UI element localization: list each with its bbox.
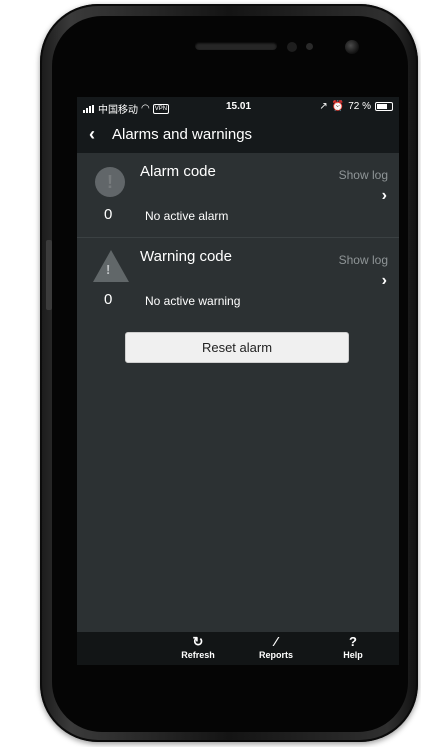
alarm-code-title: Alarm code: [140, 163, 216, 180]
battery-percent: 72 %: [348, 101, 371, 112]
warning-mark-icon: !: [106, 262, 111, 277]
help-icon: ?: [349, 634, 357, 649]
vpn-badge: VPN: [152, 103, 170, 114]
refresh-icon: ↻: [192, 634, 204, 649]
app-screen: 中国移动 ◠ VPN 15.01 ↗ ⏰ 72 % ‹ Alarms and w…: [77, 97, 399, 665]
alarm-circle-icon: !: [95, 167, 125, 197]
page-title: Alarms and warnings: [112, 126, 253, 143]
tab-reports[interactable]: ∕ Reports: [246, 635, 306, 661]
alarm-count: 0: [104, 206, 113, 223]
warning-status: No active warning: [145, 294, 241, 308]
proximity-sensor: [287, 42, 297, 52]
tab-help-label: Help: [343, 650, 363, 660]
nav-bar: ‹ Alarms and warnings: [77, 117, 399, 153]
alarm-row[interactable]: ! Alarm code Show log › 0 No active alar…: [77, 153, 399, 235]
warning-count: 0: [104, 291, 113, 308]
warning-row[interactable]: ! Warning code Show log › 0 No active wa…: [77, 237, 399, 320]
chevron-right-icon[interactable]: ›: [382, 272, 387, 290]
tab-reports-label: Reports: [258, 650, 293, 660]
chevron-left-icon[interactable]: ‹: [89, 125, 95, 143]
status-bar-right: ↗ ⏰ 72 %: [319, 101, 393, 112]
tab-help[interactable]: ? Help: [323, 635, 383, 661]
speaker-grille: [195, 42, 277, 50]
battery-icon: [375, 102, 393, 111]
signal-icon: [83, 104, 95, 113]
tab-bar: ↻ Refresh ∕ Reports ? Help: [77, 632, 399, 665]
pencil-icon: ∕: [274, 634, 278, 649]
warning-show-log-link[interactable]: Show log: [339, 253, 388, 267]
tab-refresh-label: Refresh: [181, 650, 215, 660]
light-sensor: [306, 43, 313, 50]
chevron-right-icon[interactable]: ›: [382, 187, 387, 205]
warning-triangle-icon: [93, 250, 129, 282]
warning-code-title: Warning code: [140, 248, 232, 265]
alarm-clock-icon: ⏰: [331, 101, 345, 112]
carrier-label: 中国移动: [98, 105, 138, 116]
front-camera-icon: [345, 40, 359, 54]
alarm-show-log-link[interactable]: Show log: [339, 168, 388, 182]
alarm-status: No active alarm: [145, 209, 229, 223]
reset-alarm-button[interactable]: Reset alarm: [125, 332, 349, 363]
tab-refresh[interactable]: ↻ Refresh: [168, 635, 228, 661]
volume-button: [46, 240, 52, 310]
status-time: 15.01: [226, 101, 252, 112]
status-bar-left: 中国移动 ◠ VPN: [83, 101, 170, 116]
location-icon: ↗: [319, 101, 328, 112]
wifi-icon: ◠: [141, 103, 150, 114]
status-bar: 中国移动 ◠ VPN 15.01 ↗ ⏰ 72 %: [77, 97, 399, 117]
